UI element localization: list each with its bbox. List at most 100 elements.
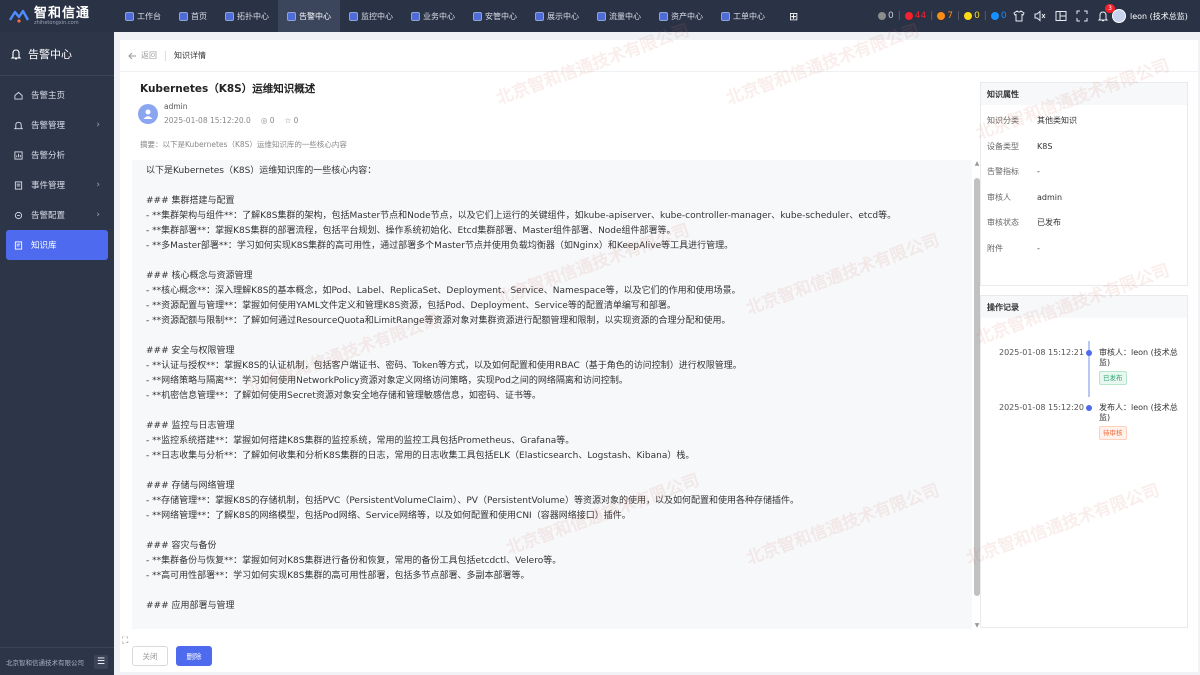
alarm-stat-3[interactable]: 0 | (964, 11, 987, 21)
property-row: 知识分类 其他类知识 (981, 108, 1187, 134)
stat-divider: | (930, 11, 934, 21)
content-line: - **集群部署**：掌握K8S集群的部署流程，包括平台规划、操作系统初始化、E… (146, 226, 676, 236)
top-navigation: 工作台 首页 拓扑中心 告警中心 监控中心 业务中心 安管中心 展示中心 流量中心 资产中心 工单中… (116, 0, 807, 32)
topnav-item-5[interactable]: 业务中心 (402, 0, 464, 32)
page-title: 知识详情 (174, 51, 206, 60)
content-heading: ### 集群搭建与配置 (146, 196, 235, 206)
property-value: 已发布 (1037, 218, 1061, 228)
module-icon (411, 11, 420, 21)
topnav-item-3[interactable]: 告警中心 (278, 0, 340, 32)
stars-count[interactable]: ☆ 0 (285, 116, 299, 125)
properties-panel: 知识属性 知识分类 其他类知识 设备类型 K8S 告警指标 - 审核人 admin 审核状态 已发… (980, 82, 1188, 286)
user-name: leon (技术总监) (1130, 11, 1188, 21)
alarm-level-icon (878, 12, 886, 20)
property-row: 告警指标 - (981, 159, 1187, 185)
sidebar-item-5[interactable]: 知识库 (6, 230, 108, 260)
topnav-item-6[interactable]: 安管中心 (464, 0, 526, 32)
speaker-mute-icon[interactable] (1033, 10, 1046, 23)
topnav-label: 资产中心 (671, 11, 703, 21)
brand-logo[interactable]: 智和信通 zhihetongxin.com (0, 0, 112, 32)
sidebar-item-label: 告警分析 (31, 151, 66, 161)
shirt-icon[interactable] (1012, 10, 1025, 23)
module-icon (287, 11, 296, 21)
alarm-level-icon (904, 12, 913, 20)
back-label: 返回 (141, 51, 157, 60)
property-value: 其他类知识 (1037, 116, 1077, 126)
user-menu[interactable]: leon (技术总监) (1112, 0, 1188, 32)
sidebar-item-0[interactable]: 告警主页 (6, 80, 108, 110)
publish-date: 2025-01-08 15:12:20.0 (164, 116, 251, 125)
content-line: - **网络策略与隔离**：学习如何使用NetworkPolicy资源对象定义网… (146, 376, 628, 386)
alarm-stat-1[interactable]: 44 | (904, 11, 934, 21)
brand-logo-icon (8, 9, 30, 23)
content-heading: ### 核心概念与资源管理 (146, 271, 253, 281)
module-icon (535, 11, 544, 21)
fullscreen-icon[interactable] (1075, 10, 1088, 23)
content-line: - **集群架构与组件**：了解K8S集群的架构，包括Master节点和Node… (146, 211, 897, 221)
sidebar-footer: 北京智和信通技术有限公司 ☰ (0, 647, 114, 675)
sidebar-item-1[interactable]: 告警管理 › (6, 110, 108, 140)
log-time: 2025-01-08 15:12:21 (999, 348, 1084, 357)
menu-collapse-icon[interactable]: ☰ (94, 654, 108, 669)
alarm-stat-2[interactable]: 7 | (937, 11, 960, 21)
sidebar-item-2[interactable]: 告警分析 (6, 140, 108, 170)
topnav-item-4[interactable]: 监控中心 (340, 0, 402, 32)
content-line: - **网络管理**：了解K8S的网络模型，包括Pod网络、Service网络等… (146, 511, 631, 521)
brand-name: 智和信通 (34, 5, 91, 21)
close-button[interactable]: 关闭 (132, 646, 168, 666)
alarm-stat-value: 44 (914, 11, 927, 21)
apps-grid-icon[interactable]: ⊞ (780, 0, 807, 32)
notification-bell-icon[interactable]: 3 (1096, 3, 1115, 23)
property-key: 审核人 (987, 192, 1011, 202)
content-line: - **资源配置与管理**：掌握如何使用YAML文件定义和管理K8S资源，包括P… (146, 301, 676, 311)
sidebar-item-label: 告警配置 (31, 211, 66, 221)
views-value: 0 (269, 116, 275, 125)
log-time: 2025-01-08 15:12:20 (999, 403, 1084, 412)
content-heading: ### 安全与权限管理 (146, 346, 235, 356)
user-icon (143, 109, 153, 119)
topnav-item-10[interactable]: 工单中心 (712, 0, 774, 32)
topnav-item-1[interactable]: 首页 (170, 0, 216, 32)
topnav-item-9[interactable]: 资产中心 (650, 0, 712, 32)
topnav-label: 拓扑中心 (237, 11, 269, 21)
chevron-right-icon: › (96, 180, 100, 190)
top-bar: 智和信通 zhihetongxin.com 工作台 首页 拓扑中心 告警中心 监控中心 业… (0, 0, 1200, 32)
alarm-level-icon (937, 12, 946, 20)
sidebar-item-label: 事件管理 (31, 181, 66, 191)
layout-icon[interactable] (1054, 10, 1067, 23)
content-heading: ### 存储与网络管理 (146, 481, 235, 491)
property-row: 审核人 admin (981, 185, 1187, 211)
delete-button[interactable]: 删除 (176, 646, 212, 666)
sidebar-item-3[interactable]: 事件管理 › (6, 170, 108, 200)
topnav-label: 安管中心 (485, 11, 517, 21)
content-line: - **核心概念**：深入理解K8S的基本概念，如Pod、Label、Repli… (146, 286, 741, 296)
user-avatar (1112, 9, 1126, 23)
author-avatar (138, 103, 158, 124)
alarm-stat-0[interactable]: 0 | (878, 11, 901, 21)
chevron-right-icon: › (96, 120, 100, 130)
operation-log-panel: 操作记录 2025-01-08 15:12:21 审核人：leon (技术总监) 已… (980, 295, 1188, 628)
alarm-stat-4[interactable]: 0 (990, 11, 1007, 21)
topnav-item-8[interactable]: 流量中心 (588, 0, 650, 32)
sidebar-title: 告警中心 (0, 32, 114, 76)
company-name: 北京智和信通技术有限公司 (6, 658, 84, 667)
topnav-item-0[interactable]: 工作台 (116, 0, 170, 32)
alarm-level-icon (964, 12, 973, 20)
author-info: admin 2025-01-08 15:12:20.0 ◎ 0 ☆ 0 (138, 102, 298, 125)
topnav-item-7[interactable]: 展示中心 (526, 0, 588, 32)
sidebar-item-4[interactable]: 告警配置 › (6, 200, 108, 230)
content-heading: ### 监控与日志管理 (146, 421, 235, 431)
back-button[interactable]: 返回 (128, 50, 157, 61)
topnav-label: 工作台 (137, 11, 161, 21)
action-bar: 关闭 删除 (120, 640, 1198, 672)
module-icon (721, 11, 730, 21)
topnav-item-2[interactable]: 拓扑中心 (216, 0, 278, 32)
alarm-stat-value: 0 (888, 11, 894, 21)
